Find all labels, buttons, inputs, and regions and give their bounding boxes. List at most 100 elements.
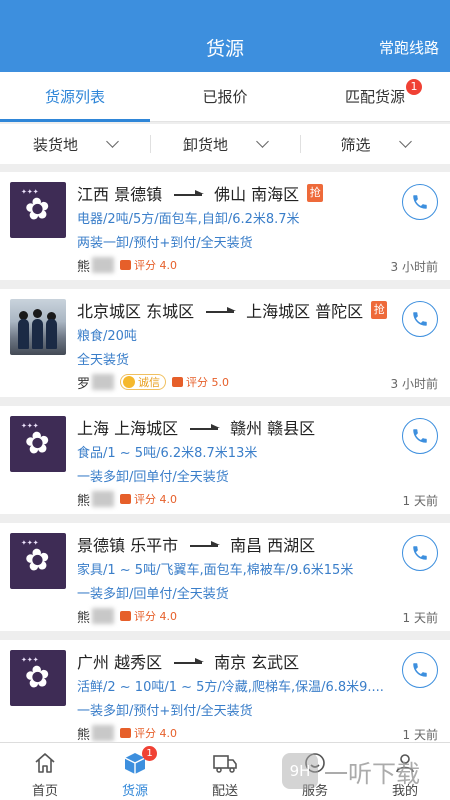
cargo-detail: 粮食/20吨 (77, 329, 137, 344)
arrow-right-icon (174, 658, 205, 664)
shipper-meta: 熊 评分 4.0 (77, 490, 177, 509)
tab-bar: 货源列表 已报价 匹配货源 1 (0, 72, 450, 122)
phone-icon (413, 663, 427, 677)
avatar: ✦✦✦ ✿ (10, 650, 66, 706)
origin: 江西 景德镇 (77, 185, 163, 204)
blurred-name (92, 491, 115, 507)
chevron-down-icon (398, 135, 412, 148)
filter-label: 筛选 (340, 135, 371, 154)
cargo-card[interactable]: ✦✦✦ ✿ 广州 越秀区 南京 玄武区 活鲜/2 ~ 10吨/1 ~ 5方/冷藏… (0, 640, 450, 748)
post-time: 3 小时前 (390, 377, 438, 391)
logo-mark: ✿ (23, 424, 53, 463)
destination: 佛山 南海区 (214, 185, 300, 204)
tab-cargo-list[interactable]: 货源列表 (0, 72, 150, 122)
route: 景德镇 乐平市 南昌 西湖区 (77, 532, 315, 556)
origin: 景德镇 乐平市 (77, 536, 179, 555)
nav-label: 首页 (31, 784, 58, 799)
user-icon (396, 754, 414, 773)
thumb-up-icon (120, 260, 132, 270)
call-button[interactable] (402, 301, 438, 337)
logo-mark: ✿ (23, 541, 53, 580)
post-time: 3 小时前 (390, 260, 438, 274)
call-button[interactable] (402, 652, 438, 688)
blurred-name (92, 725, 115, 741)
shipper-meta: 熊 评分 4.0 (77, 256, 178, 275)
destination: 上海城区 普陀区 (246, 302, 364, 321)
tab-quoted[interactable]: 已报价 (150, 72, 300, 121)
cargo-terms: 全天装货 (77, 353, 130, 368)
cargo-terms: 两装一卸/预付+到付/全天装货 (77, 236, 253, 251)
avatar (10, 299, 66, 355)
tab-label: 货源列表 (44, 88, 105, 106)
phone-icon (413, 312, 427, 326)
thumb-up-icon (120, 611, 132, 621)
call-button[interactable] (402, 535, 438, 571)
cargo-detail: 家具/1 ~ 5吨/飞翼车,面包车,棉被车/9.6米15米 (77, 563, 354, 578)
shipper-meta: 熊 评分 4.0 (77, 724, 177, 743)
nav-delivery[interactable]: 配送 (180, 743, 270, 800)
shipper-meta: 罗 诚信 评分 5.0 (77, 373, 229, 392)
cargo-detail: 活鲜/2 ~ 10吨/1 ~ 5方/冷藏,爬梯车,保温/6.8米9.... (77, 680, 384, 695)
nav-label: 服务 (301, 784, 328, 799)
blurred-name (92, 608, 115, 624)
logo-mark: ✿ (23, 190, 53, 229)
notification-badge: 1 (406, 79, 422, 95)
photo-figure (33, 309, 42, 318)
shipper-name: 熊 (77, 727, 91, 743)
unloading-place-filter[interactable]: 卸货地 (150, 124, 300, 164)
thumb-up-icon (120, 728, 132, 738)
more-filter[interactable]: 筛选 (300, 124, 450, 164)
cargo-detail: 电器/2吨/5方/面包车,自卸/6.2米8.7米 (77, 212, 300, 227)
rating: 评分 4.0 (120, 491, 177, 507)
arrow-right-icon (206, 307, 237, 313)
tab-matched-cargo[interactable]: 匹配货源 1 (300, 72, 450, 121)
loading-place-filter[interactable]: 装货地 (0, 124, 150, 164)
call-button[interactable] (402, 184, 438, 220)
shipper-name: 熊 (77, 610, 91, 626)
rating-text: 评分 4.0 (134, 259, 178, 272)
tab-label: 已报价 (202, 88, 248, 106)
post-time: 1 天前 (402, 728, 438, 742)
route: 江西 景德镇 佛山 南海区 抢 (77, 181, 324, 205)
cargo-card[interactable]: ✦✦✦ ✿ 上海 上海城区 赣州 赣县区 食品/1 ~ 5吨/6.2米8.7米1… (0, 406, 450, 514)
grab-tag: 抢 (307, 184, 324, 202)
phone-icon (413, 429, 427, 443)
call-button[interactable] (402, 418, 438, 454)
route: 广州 越秀区 南京 玄武区 (77, 649, 299, 673)
truck-icon (213, 755, 237, 773)
avatar: ✦✦✦ ✿ (10, 182, 66, 238)
honesty-text: 诚信 (138, 376, 161, 389)
route: 北京城区 东城区 上海城区 普陀区 抢 (77, 298, 388, 322)
cargo-terms: 一装多卸/回单付/全天装货 (77, 470, 229, 485)
frequent-routes-button[interactable]: 常跑线路 (379, 37, 439, 58)
grab-tag: 抢 (371, 301, 388, 319)
destination: 南京 玄武区 (214, 653, 300, 672)
nav-service[interactable]: 服务 (270, 743, 360, 800)
nav-label: 货源 (121, 784, 148, 799)
cargo-card[interactable]: ✦✦✦ ✿ 江西 景德镇 佛山 南海区 抢 电器/2吨/5方/面包车,自卸/6.… (0, 172, 450, 280)
nav-home[interactable]: 首页 (0, 743, 90, 800)
rating-text: 评分 4.0 (134, 727, 178, 740)
photo-figure (32, 319, 43, 349)
arrow-right-icon (174, 190, 205, 196)
shipper-meta: 熊 评分 4.0 (77, 607, 177, 626)
rating: 评分 5.0 (172, 374, 229, 390)
nav-cargo[interactable]: 1 货源 (90, 743, 180, 800)
avatar: ✦✦✦ ✿ (10, 416, 66, 472)
app-root: 货源 常跑线路 货源列表 已报价 匹配货源 1 装货地 卸货地 筛选 ✦✦✦ ✿ … (0, 0, 450, 800)
thumb-up-icon (172, 377, 184, 387)
arrow-right-icon (190, 541, 221, 547)
cargo-card[interactable]: ✦✦✦ ✿ 景德镇 乐平市 南昌 西湖区 家具/1 ~ 5吨/飞翼车,面包车,棉… (0, 523, 450, 631)
post-time: 1 天前 (402, 494, 438, 508)
bottom-nav: 首页 1 货源 配送 服务 我的 (0, 742, 450, 800)
chevron-down-icon (106, 135, 119, 148)
rating: 评分 4.0 (120, 725, 177, 741)
origin: 北京城区 东城区 (77, 302, 195, 321)
cargo-card[interactable]: 北京城区 东城区 上海城区 普陀区 抢 粮食/20吨 全天装货 罗 诚信 评分 … (0, 289, 450, 397)
rating: 评分 4.0 (120, 608, 177, 624)
nav-mine[interactable]: 我的 (360, 743, 450, 800)
nav-label: 我的 (391, 784, 418, 799)
photo-figure (46, 319, 57, 349)
rating-text: 评分 5.0 (186, 376, 230, 389)
origin: 上海 上海城区 (77, 419, 179, 438)
